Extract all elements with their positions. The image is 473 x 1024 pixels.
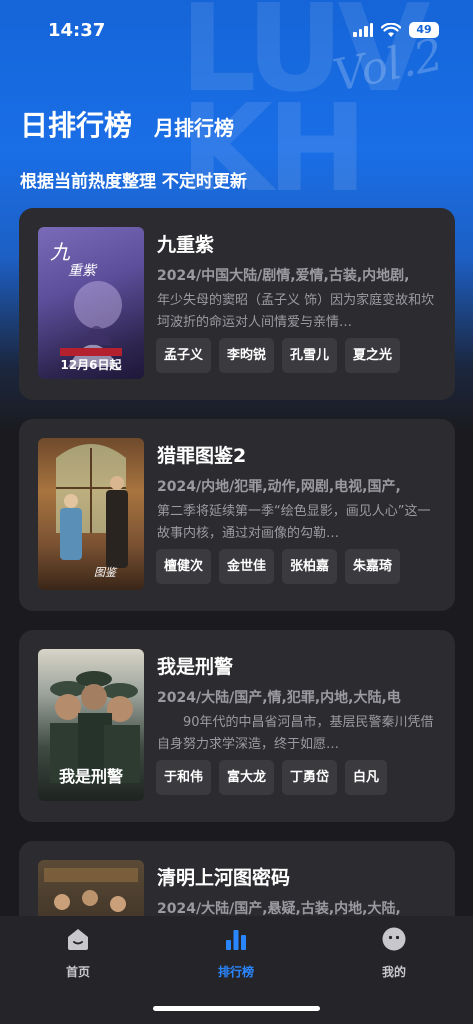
- item-meta: 2024/内地/犯罪,动作,网剧,电视,国产,: [157, 479, 401, 495]
- wifi-icon: [381, 22, 401, 37]
- status-time: 14:37: [48, 20, 106, 41]
- poster-image: 九 重紫 12月6日起: [38, 227, 144, 379]
- poster-image: 图鉴: [38, 438, 144, 590]
- home-icon: [68, 929, 88, 950]
- nav-mine-label: 我的: [381, 965, 406, 979]
- item-description: 第二季将延续第一季“绘色显影，画见人心”这一故事内核，通过对画像的勾勒…: [157, 504, 431, 541]
- battery-icon: 49: [409, 22, 439, 38]
- item-title: 我是刑警: [157, 656, 234, 678]
- nav-mine[interactable]: 我的: [349, 926, 439, 980]
- status-bar: 14:37 49: [0, 0, 473, 60]
- poster-caption: 12月6日起: [60, 358, 122, 372]
- ranking-subtitle: 根据当前热度整理 不定时更新: [20, 172, 247, 192]
- actor-tag[interactable]: 张柏嘉: [282, 549, 338, 584]
- tab-daily-ranking[interactable]: 日排行榜: [20, 104, 132, 144]
- actor-tag[interactable]: 朱嘉琦: [345, 549, 401, 584]
- home-indicator: [153, 1006, 320, 1011]
- svg-text:九: 九: [50, 240, 71, 264]
- actor-tag[interactable]: 金世佳: [219, 549, 275, 584]
- profile-face-icon: [382, 927, 406, 951]
- ranking-card[interactable]: 图鉴 猎罪图鉴2 2024/内地/犯罪,动作,网剧,电视,国产, 第二季将延续第…: [19, 419, 455, 611]
- status-icons: 49: [353, 22, 439, 38]
- tab-monthly-ranking[interactable]: 月排行榜: [154, 112, 234, 141]
- ranking-tabs: 日排行榜 月排行榜: [20, 104, 234, 144]
- svg-text:重紫: 重紫: [68, 263, 98, 279]
- actor-tag[interactable]: 夏之光: [345, 338, 401, 373]
- item-meta: 2024/大陆/国产,情,犯罪,内地,大陆,电: [157, 690, 401, 706]
- ranking-card[interactable]: 九 重紫 12月6日起 九重紫 2024/中国大陆/剧情,爱情,古装,内地剧, …: [19, 208, 455, 400]
- nav-home-label: 首页: [65, 965, 90, 979]
- item-title: 猎罪图鉴2: [157, 445, 247, 467]
- item-description: 年少失母的窦昭（孟子义 饰）因为家庭变故和坎坷波折的命运对人间情爱与亲情…: [157, 293, 435, 330]
- actor-tag[interactable]: 孟子义: [156, 338, 212, 373]
- poster-caption: 我是刑警: [58, 767, 123, 786]
- ranking-list: 九 重紫 12月6日起 九重紫 2024/中国大陆/剧情,爱情,古装,内地剧, …: [19, 208, 455, 1024]
- item-meta: 2024/大陆/国产,悬疑,古装,内地,大陆,: [157, 901, 401, 917]
- actor-tag[interactable]: 孔雪儿: [282, 338, 338, 373]
- item-title: 九重紫: [157, 234, 215, 256]
- svg-text:图鉴: 图鉴: [94, 566, 118, 579]
- actor-tag[interactable]: 檀健次: [156, 549, 212, 584]
- actor-tags: 孟子义 李昀锐 孔雪儿 夏之光: [156, 338, 401, 373]
- actor-tags: 于和伟 富大龙 丁勇岱 白凡: [156, 760, 388, 795]
- actor-tag[interactable]: 于和伟: [156, 760, 212, 795]
- actor-tag[interactable]: 李昀锐: [219, 338, 275, 373]
- nav-ranking-label: 排行榜: [217, 965, 254, 979]
- bar-chart-icon: [226, 930, 246, 950]
- signal-icon: [353, 23, 373, 37]
- actor-tag[interactable]: 富大龙: [219, 760, 275, 795]
- nav-home[interactable]: 首页: [33, 926, 123, 980]
- poster-image: 我是刑警: [38, 649, 144, 801]
- actor-tag[interactable]: 白凡: [345, 760, 388, 795]
- item-meta: 2024/中国大陆/剧情,爱情,古装,内地剧,: [157, 268, 410, 284]
- actor-tags: 檀健次 金世佳 张柏嘉 朱嘉琦: [156, 549, 401, 584]
- item-description: 90年代的中昌省河昌市，基层民警秦川凭借自身努力求学深造，终于如愿…: [157, 715, 434, 752]
- item-title: 清明上河图密码: [157, 867, 291, 889]
- ranking-card[interactable]: 我是刑警 我是刑警 2024/大陆/国产,情,犯罪,内地,大陆,电 90年代的中…: [19, 630, 455, 822]
- actor-tag[interactable]: 丁勇岱: [282, 760, 338, 795]
- nav-ranking[interactable]: 排行榜: [191, 926, 281, 980]
